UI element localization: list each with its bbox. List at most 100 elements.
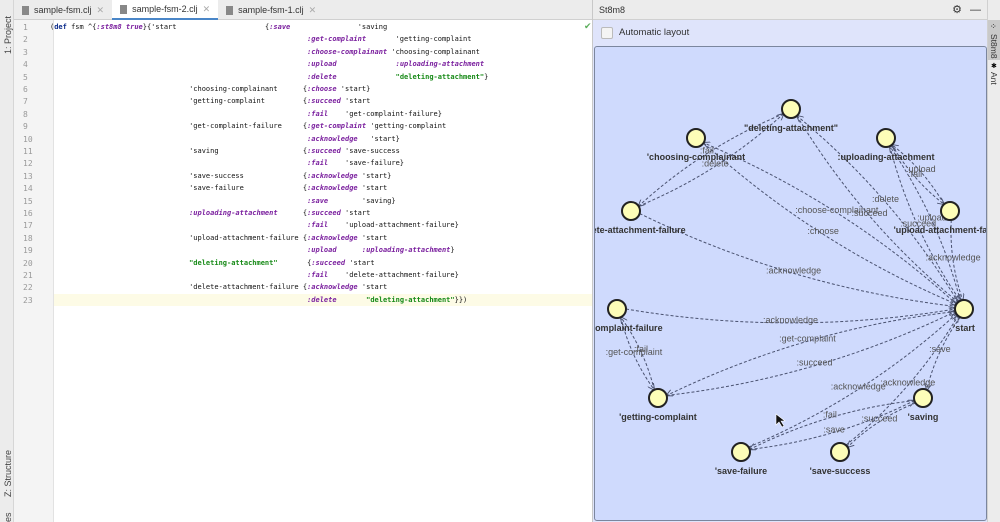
close-tab-icon[interactable]: ✕ — [97, 5, 105, 16]
state-label: 'save-success — [810, 466, 871, 476]
state-circle[interactable] — [781, 99, 801, 119]
code-token: 'start — [357, 233, 388, 242]
automatic-layout-checkbox[interactable] — [601, 26, 613, 39]
editor-tabs: sample-fsm.clj ✕ sample-fsm-2.clj ✕ sample-f… — [14, 0, 592, 20]
code-line[interactable]: :fail 'get-complaint-failure} — [50, 108, 442, 120]
code-line[interactable]: 'get-complaint-failure {:get-complaint '… — [50, 120, 446, 132]
right-tool-strip: ⁘ St8m8 ✱ Ant — [987, 0, 1000, 522]
code-line[interactable]: :get-complaint 'getting-complaint — [50, 33, 471, 45]
code-line[interactable]: 'getting-complaint {:succeed 'start — [50, 95, 370, 107]
code-token: }}) — [454, 295, 468, 304]
state-node-choosing[interactable]: 'choosing-complainant — [647, 128, 745, 162]
code-line[interactable]: :acknowledge 'start} — [50, 133, 400, 145]
code-token: 'start} — [357, 134, 400, 143]
code-editor[interactable]: (def fsm ^{:st8m8 true}{'start {:save 's… — [50, 20, 592, 522]
code-token: :choose-complainant — [307, 47, 388, 56]
code-line[interactable]: 'saving {:succeed 'save-success — [50, 145, 400, 157]
code-line[interactable]: :fail 'upload-attachment-failure} — [50, 219, 459, 231]
code-line[interactable]: :fail 'save-failure} — [50, 157, 404, 169]
state-circle[interactable] — [648, 388, 668, 408]
state-node-ssucc[interactable]: 'save-success — [810, 442, 871, 476]
line-number: 17 — [23, 221, 33, 231]
code-token: 'save-failure { — [50, 184, 308, 193]
state-circle[interactable] — [913, 388, 933, 408]
code-line[interactable]: (def fsm ^{:st8m8 true}{'start {:save 's… — [50, 21, 387, 33]
state-node-getting[interactable]: 'getting-complaint — [619, 388, 697, 422]
code-token: :succeed — [307, 209, 341, 217]
line-number: 22 — [23, 283, 33, 293]
tab-sample-fsm-1-clj[interactable]: sample-fsm-1.clj ✕ — [218, 0, 324, 20]
state-node-sfail[interactable]: 'save-failure — [715, 442, 767, 476]
code-line[interactable]: 'upload-attachment-failure {:acknowledge… — [50, 232, 387, 244]
clojure-file-icon — [226, 5, 234, 15]
code-line[interactable]: :upload :uploading-attachment} — [50, 244, 455, 256]
code-token: :upload — [307, 60, 337, 69]
code-line[interactable]: :upload :uploading-attachment — [50, 58, 484, 70]
code-line[interactable]: :save 'saving} — [50, 195, 396, 207]
code-line[interactable]: 'save-failure {:acknowledge 'start — [50, 182, 387, 194]
code-token: { — [277, 258, 312, 267]
minimize-icon[interactable]: — — [970, 4, 981, 16]
state-label: 'delete-attachment-failure — [595, 225, 686, 235]
state-circle[interactable] — [940, 201, 960, 221]
line-number: 12 — [23, 159, 33, 169]
code-token: :delete — [307, 295, 337, 304]
state-circle[interactable] — [686, 128, 706, 148]
state-label: 'get-complaint-failure — [595, 323, 663, 333]
state-circle[interactable] — [607, 299, 627, 319]
state-node-gcf[interactable]: 'get-complaint-failure — [595, 299, 663, 333]
code-token: :acknowledge — [307, 283, 358, 292]
code-token: 'saving { — [50, 147, 308, 155]
state-node-saving[interactable]: 'saving — [908, 388, 939, 422]
close-tab-icon[interactable]: ✕ — [309, 5, 317, 16]
state-graph[interactable]: :save:get-complaint:choose-complainant:u… — [594, 46, 987, 521]
state-node-deleting[interactable]: "deleting-attachment" — [744, 99, 838, 133]
code-line[interactable]: 'save-success {:acknowledge 'start} — [50, 170, 391, 182]
state-node-daf[interactable]: 'delete-attachment-failure — [595, 201, 686, 235]
state-circle[interactable] — [876, 128, 896, 148]
tab-label: sample-fsm-1.clj — [238, 5, 304, 15]
code-token: 'save-success — [340, 147, 400, 155]
code-token: }{'start — [142, 23, 265, 31]
left-tool-strip: 1: Project Z: Structure es — [0, 0, 14, 522]
code-token: 'start — [340, 97, 371, 106]
code-line[interactable]: :uploading-attachment {:succeed 'start — [50, 207, 370, 219]
code-line[interactable]: 'delete-attachment-failure {:acknowledge… — [50, 281, 387, 293]
tool-button-partial[interactable]: es — [3, 512, 13, 522]
code-token: :st8m8 true — [96, 23, 143, 31]
checkmark-icon: ✔ — [584, 21, 592, 31]
tab-sample-fsm-2-clj[interactable]: sample-fsm-2.clj ✕ — [112, 0, 219, 20]
code-line[interactable]: :delete "deleting-attachment"} — [50, 71, 488, 83]
edge-label: :choose — [807, 226, 839, 236]
code-token: 'save-success { — [50, 171, 308, 180]
code-line[interactable]: :delete "deleting-attachment"}}) — [50, 294, 467, 306]
state-label: 'choosing-complainant — [647, 152, 745, 162]
structure-tool-button[interactable]: Z: Structure — [3, 450, 13, 497]
state-label: 'upload-attachment-failure — [894, 225, 987, 235]
state-node-uploading[interactable]: :uploading-attachment — [838, 128, 935, 162]
code-line[interactable]: :choose-complainant 'choosing-complainan… — [50, 46, 480, 58]
state-node-start[interactable]: 'start — [953, 299, 975, 333]
state-circle[interactable] — [830, 442, 850, 462]
graph-canvas[interactable]: :save:get-complaint:choose-complainant:u… — [595, 47, 987, 521]
edge-label: :fail — [823, 410, 837, 420]
code-token: 'getting-complaint — [366, 122, 447, 131]
code-line[interactable]: "deleting-attachment" {:succeed 'start — [50, 257, 374, 269]
code-line[interactable]: :fail 'delete-attachment-failure} — [50, 269, 459, 281]
project-tool-button[interactable]: 1: Project — [3, 16, 13, 54]
line-number: 3 — [23, 47, 28, 57]
state-circle[interactable] — [731, 442, 751, 462]
ant-tool-button[interactable]: ✱ Ant — [988, 62, 1000, 88]
code-token: 'start — [357, 283, 388, 292]
gear-icon[interactable]: ⚙ — [952, 3, 962, 16]
tab-sample-fsm-clj[interactable]: sample-fsm.clj ✕ — [14, 0, 112, 20]
line-number: 11 — [23, 147, 33, 156]
state-circle[interactable] — [954, 299, 974, 319]
st8m8-tool-button[interactable]: ⁘ St8m8 — [988, 20, 1000, 60]
close-tab-icon[interactable]: ✕ — [203, 4, 211, 15]
code-line[interactable]: 'choosing-complainant {:choose 'start} — [50, 83, 370, 95]
state-circle[interactable] — [621, 201, 641, 221]
